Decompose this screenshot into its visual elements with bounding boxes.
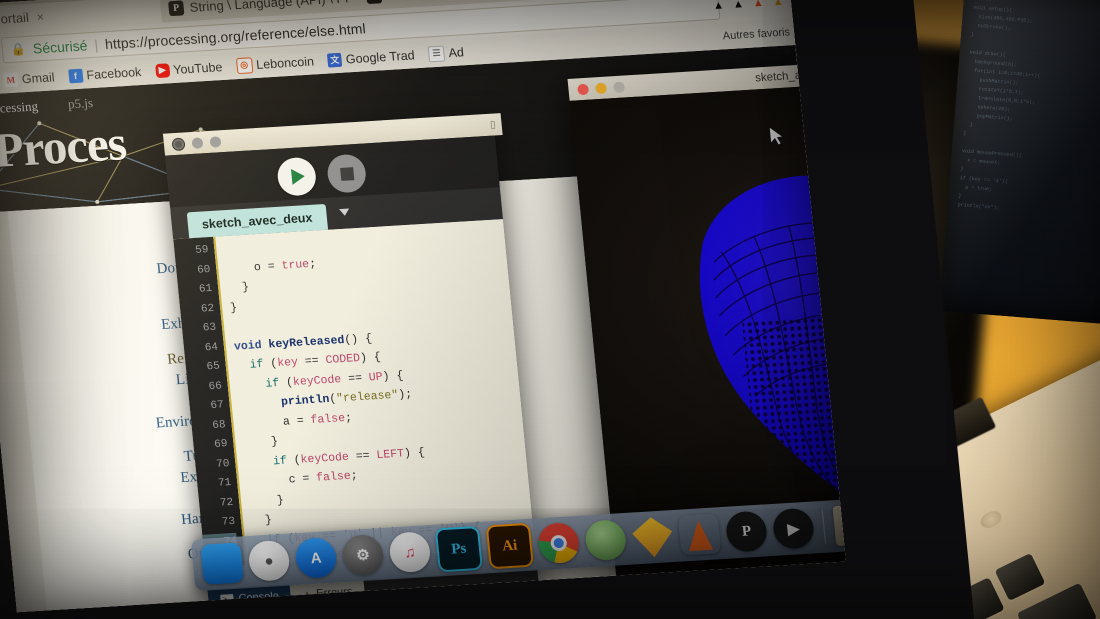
close-icon[interactable] <box>171 136 186 151</box>
lock-icon: 🔒 <box>10 42 27 57</box>
dock-item-processing-2[interactable]: P <box>724 510 769 553</box>
line-number: 69 <box>213 438 229 451</box>
line-number: 60 <box>196 263 211 277</box>
bookmark-label: Google Trad <box>345 47 416 66</box>
second-monitor: int x; void setup(){ size(400,400,P3D); … <box>939 0 1100 325</box>
arrow-cursor <box>768 125 785 146</box>
extension-icon-2[interactable]: ▲ <box>732 0 744 10</box>
bookmark-ad[interactable]: ☰ Ad <box>427 44 465 62</box>
document-icon: ☰ <box>427 44 446 62</box>
tab-title: Portail <box>0 9 30 28</box>
bookmark-gmail[interactable]: M Gmail <box>3 70 55 87</box>
dock-separator <box>821 509 827 544</box>
photo-scene: int x; void setup(){ size(400,400,P3D); … <box>0 0 1100 619</box>
dock-item-chrome[interactable] <box>536 521 581 565</box>
document-icon: ▯ <box>489 118 497 131</box>
second-monitor-glare <box>939 0 1100 325</box>
chevron-down-icon[interactable] <box>339 208 350 217</box>
other-bookmarks-button[interactable]: Autres favoris <box>721 18 791 49</box>
dock-item-sketch[interactable] <box>631 516 675 558</box>
processing-icon: P <box>365 0 383 5</box>
dock-item-vlc[interactable] <box>678 513 722 555</box>
line-number: 65 <box>206 360 221 374</box>
bookmark-label: Leboncoin <box>255 53 315 72</box>
screen-content: Portail × P String \ Language (API) \ Pr… <box>0 0 846 613</box>
bookmark-label: Gmail <box>21 69 56 86</box>
line-number: 71 <box>217 477 232 490</box>
dock-item-finder[interactable] <box>200 542 245 585</box>
dock-item-processing[interactable] <box>583 519 628 562</box>
line-number: 63 <box>202 321 217 335</box>
nav-p5js[interactable]: p5.js <box>67 95 93 112</box>
bookmark-leboncoin[interactable]: ◎ Leboncoin <box>235 53 315 74</box>
laptop-screen-assembly: Portail × P String \ Language (API) \ Pr… <box>0 0 975 619</box>
google-translate-icon: 文 <box>327 52 343 68</box>
line-number: 72 <box>219 496 234 510</box>
line-number: 62 <box>200 302 215 316</box>
pde-editor[interactable]: 59 60 61 62 63 64 65 66 67 68 69 70 71 7… <box>173 219 536 568</box>
facebook-icon: f <box>67 68 84 83</box>
processing-icon: P <box>168 0 185 17</box>
extension-icon-3[interactable]: ▲ <box>752 0 764 9</box>
line-number: 64 <box>204 341 219 354</box>
line-number: 70 <box>215 457 231 471</box>
omnibox-separator: | <box>93 36 99 53</box>
gmail-icon: M <box>3 72 19 87</box>
extension-icon-4[interactable]: ▲ <box>772 0 784 8</box>
line-number: 59 <box>194 244 210 257</box>
close-icon[interactable]: × <box>36 9 44 23</box>
line-number: 67 <box>209 399 225 413</box>
leboncoin-icon: ◎ <box>235 56 254 74</box>
bookmark-label: Facebook <box>85 64 142 82</box>
line-number: 61 <box>198 282 213 296</box>
other-bookmarks-label: Autres favoris <box>722 25 791 42</box>
security-label: Sécurisé <box>32 37 89 57</box>
dock-item-itunes[interactable]: ♫ <box>388 531 432 574</box>
line-number: 73 <box>221 515 236 529</box>
bookmark-google-trad[interactable]: 文 Google Trad <box>327 47 416 68</box>
dock-item-app-store[interactable]: A <box>294 536 338 580</box>
play-icon <box>290 168 306 185</box>
dock-item-launchpad[interactable]: ● <box>247 539 292 582</box>
bookmark-label: YouTube <box>172 59 223 77</box>
bookmark-label: Ad <box>447 44 465 60</box>
dock-item-illustrator[interactable]: Ai <box>485 522 534 570</box>
bookmark-facebook[interactable]: f Facebook <box>67 64 142 83</box>
dock-item-photoshop[interactable]: Ps <box>434 525 483 573</box>
processing-website: Processing p5.js Proces Cover Download D… <box>0 45 846 613</box>
minimize-icon[interactable] <box>191 136 204 149</box>
site-logo-text: Proces <box>0 115 129 178</box>
dock-item-quicktime[interactable]: ▶ <box>771 507 816 550</box>
dock-item-system-preferences[interactable]: ⚙ <box>341 533 385 577</box>
line-number: 68 <box>211 418 227 432</box>
extension-icon-1[interactable]: ▲ <box>712 0 724 11</box>
stop-icon <box>339 166 354 181</box>
line-number: 66 <box>208 379 223 393</box>
pde-code-text[interactable]: o = true; }} void keyReleased() { if (ke… <box>213 219 536 566</box>
zoom-icon[interactable] <box>209 135 222 148</box>
bookmark-youtube[interactable]: ▶ YouTube <box>154 59 223 78</box>
youtube-icon: ▶ <box>154 62 170 78</box>
